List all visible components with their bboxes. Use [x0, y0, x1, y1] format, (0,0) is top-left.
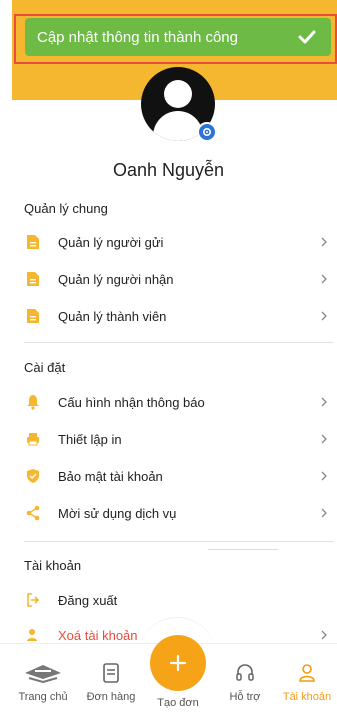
nav-orders[interactable]: Đơn hàng	[76, 657, 146, 703]
chevron-right-icon	[321, 311, 327, 321]
chevron-right-icon	[321, 274, 327, 284]
avatar-head-shape	[164, 80, 192, 108]
nav-home[interactable]: Trang chủ	[8, 657, 78, 703]
menu-item-invite-service[interactable]: Mời sử dụng dịch vụ	[0, 495, 337, 531]
nav-account[interactable]: Tài khoản	[272, 657, 337, 703]
document-icon	[27, 309, 39, 323]
check-icon	[298, 30, 316, 44]
nav-create-label: Tạo đơn	[157, 697, 199, 709]
section-title-general: Quản lý chung	[24, 201, 108, 216]
chevron-right-icon	[321, 471, 327, 481]
menu-item-label: Xoá tài khoản	[58, 627, 138, 643]
menu-item-label: Quản lý thành viên	[58, 308, 167, 324]
header-left-strip	[0, 0, 12, 100]
menu-item-label: Quản lý người nhận	[58, 271, 174, 287]
order-list-icon	[103, 663, 119, 683]
chevron-right-icon	[321, 508, 327, 518]
document-icon	[27, 235, 39, 249]
section-divider	[24, 541, 334, 542]
chevron-right-icon	[321, 397, 327, 407]
toast-message: Cập nhật thông tin thành công	[37, 28, 238, 46]
chevron-right-icon	[321, 630, 327, 640]
nav-support-label: Hỗ trợ	[229, 691, 261, 703]
menu-item-logout[interactable]: Đăng xuất	[0, 582, 337, 618]
plus-icon	[169, 654, 187, 672]
menu-item-label: Quản lý người gửi	[58, 234, 164, 250]
nav-account-label: Tài khoản	[282, 691, 332, 703]
success-toast: Cập nhật thông tin thành công	[25, 18, 331, 56]
logout-icon	[27, 593, 40, 607]
menu-item-print-settings[interactable]: Thiết lập in	[0, 421, 337, 457]
menu-item-receiver-management[interactable]: Quản lý người nhận	[0, 261, 337, 297]
chevron-right-icon	[321, 237, 327, 247]
menu-item-account-security[interactable]: Bảo mật tài khoản	[0, 458, 337, 494]
create-order-button[interactable]	[150, 635, 206, 691]
menu-item-label: Thiết lập in	[58, 431, 122, 447]
section-title-account: Tài khoản	[24, 558, 82, 573]
nav-orders-label: Đơn hàng	[86, 691, 136, 703]
menu-item-notification-settings[interactable]: Cấu hình nhận thông báo	[0, 384, 337, 420]
profile-name: Oanh Nguyễn	[112, 160, 225, 180]
document-icon	[27, 272, 39, 286]
nav-home-label: Trang chủ	[18, 691, 68, 703]
avatar-body-shape	[153, 111, 203, 141]
user-icon	[299, 664, 315, 682]
menu-item-label: Cấu hình nhận thông báo	[58, 394, 205, 410]
section-divider	[24, 342, 334, 343]
home-logo-icon	[25, 665, 61, 683]
menu-item-member-management[interactable]: Quản lý thành viên	[0, 298, 337, 334]
menu-item-label: Đăng xuất	[58, 592, 118, 608]
user-remove-icon	[27, 629, 37, 641]
share-icon	[26, 505, 40, 521]
menu-item-label: Bảo mật tài khoản	[58, 468, 163, 484]
nav-support[interactable]: Hỗ trợ	[210, 657, 280, 703]
chevron-right-icon	[321, 434, 327, 444]
gear-icon	[202, 127, 212, 137]
bell-icon	[27, 395, 39, 410]
shield-icon	[27, 469, 39, 483]
faint-line	[208, 549, 278, 550]
avatar-settings-button[interactable]	[197, 122, 217, 142]
section-title-settings: Cài đặt	[24, 360, 66, 375]
headset-icon	[236, 664, 254, 681]
menu-item-label: Mời sử dụng dịch vụ	[58, 505, 177, 521]
menu-item-sender-management[interactable]: Quản lý người gửi	[0, 224, 337, 260]
printer-icon	[27, 433, 39, 446]
